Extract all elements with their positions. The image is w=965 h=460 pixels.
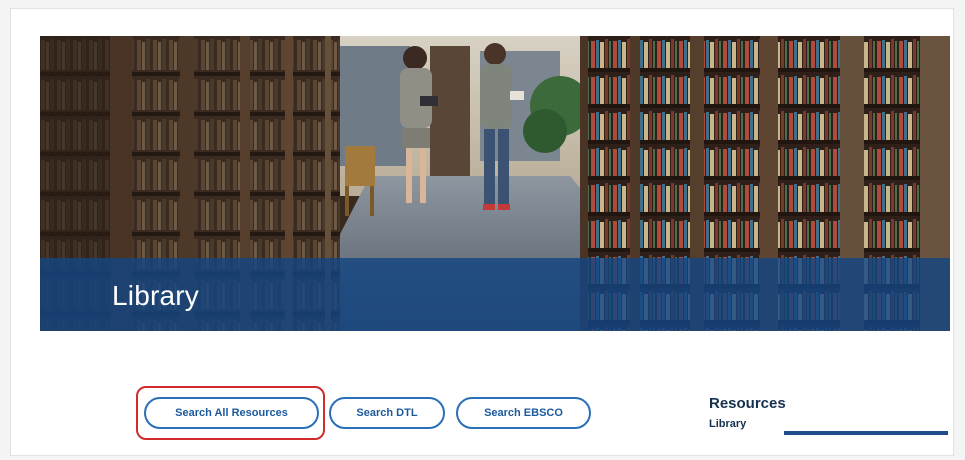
page-container: Library Search All Resources Search DTL …	[10, 8, 954, 456]
resources-underline	[784, 431, 948, 435]
search-ebsco-button[interactable]: Search EBSCO	[456, 397, 591, 429]
resources-heading: Resources	[709, 395, 786, 412]
search-all-resources-button[interactable]: Search All Resources	[144, 397, 319, 429]
resources-subheading[interactable]: Library	[709, 418, 746, 430]
hero-banner: Library	[40, 36, 950, 331]
search-dtl-button[interactable]: Search DTL	[329, 397, 445, 429]
page-title: Library	[112, 280, 199, 311]
